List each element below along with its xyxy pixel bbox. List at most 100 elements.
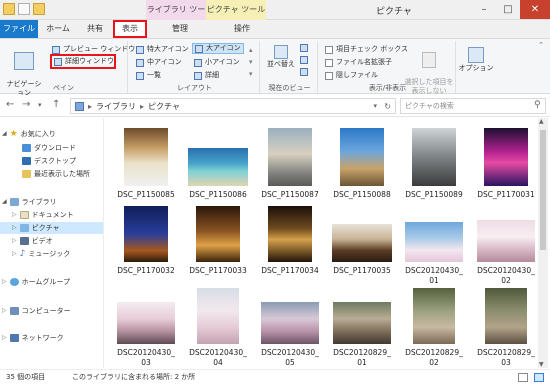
breadcrumb-pictures[interactable]: ピクチャ xyxy=(148,101,180,112)
address-box[interactable]: ▸ ライブラリ ▸ ピクチャ ▾ ↻ xyxy=(70,98,396,114)
nav-desktop[interactable]: デスクトップ xyxy=(22,155,76,167)
collapse-arrow-icon: ▷ xyxy=(12,211,17,218)
file-tile[interactable]: DSC_P1170033 xyxy=(183,206,253,276)
nav-label: ネットワーク xyxy=(21,334,64,342)
file-name: DSC_P1150085 xyxy=(117,190,175,199)
layout-details[interactable]: 詳細 xyxy=(194,70,219,81)
file-name-suffix: 01 xyxy=(357,358,367,367)
expand-arrow-icon: ◢ xyxy=(2,130,7,137)
layout-group-label: レイアウト xyxy=(177,84,212,92)
search-input[interactable]: ピクチャの検索 xyxy=(400,98,546,114)
sort-button[interactable]: 並べ替え xyxy=(266,45,296,69)
close-icon[interactable]: ✕ xyxy=(520,0,550,19)
size-columns-icon[interactable] xyxy=(300,68,308,78)
breadcrumb-library[interactable]: ライブラリ xyxy=(96,101,136,112)
file-tile[interactable]: DSC_P1150089 xyxy=(399,128,469,200)
file-tile[interactable]: DSC20120430_ 02 xyxy=(471,206,541,286)
hidden-files-toggle[interactable]: 隠しファイル xyxy=(325,70,378,81)
documents-icon xyxy=(19,211,29,219)
layout-small-icons[interactable]: 小アイコン xyxy=(194,57,240,68)
add-columns-icon[interactable] xyxy=(300,56,308,66)
maximize-icon[interactable]: □ xyxy=(496,0,520,19)
options-icon xyxy=(468,47,484,63)
back-icon[interactable]: ← xyxy=(6,99,14,110)
up-icon[interactable]: ↑ xyxy=(52,99,60,110)
layout-extra-large-icons[interactable]: 特大アイコン xyxy=(136,44,189,55)
file-tile[interactable]: DSC20120829_ 01 xyxy=(327,288,397,368)
collapse-ribbon-icon[interactable]: ⌃ xyxy=(538,41,544,49)
tab-home[interactable]: ホーム xyxy=(38,20,78,38)
nav-favorites[interactable]: ◢ ★ お気に入り xyxy=(2,128,56,140)
nav-music[interactable]: ▷ ♪ ミュージック xyxy=(12,248,70,260)
layout-item-label: 中アイコン xyxy=(147,58,182,66)
photo-thumbnail xyxy=(124,128,168,186)
nav-network[interactable]: ▷ ネットワーク xyxy=(2,332,64,344)
vertical-scrollbar[interactable]: ▲ ▼ xyxy=(538,118,548,368)
large-icons-view-icon[interactable] xyxy=(534,373,544,382)
photo-thumbnail xyxy=(188,148,248,186)
file-tile[interactable]: DSC20120430_ 03 xyxy=(111,288,181,368)
list-icon xyxy=(136,71,144,80)
item-checkboxes-toggle[interactable]: 項目チェック ボックス xyxy=(325,44,408,55)
file-tile[interactable]: DSC_P1150088 xyxy=(327,128,397,200)
nav-pictures[interactable]: ▷ ピクチャ xyxy=(0,222,103,234)
refresh-icon[interactable]: ↻ xyxy=(384,102,391,111)
address-dropdown-icon[interactable]: ▾ xyxy=(373,102,377,110)
nav-downloads[interactable]: ダウンロード xyxy=(22,142,76,154)
nav-recent[interactable]: 最近表示した場所 xyxy=(22,168,90,180)
photo-thumbnail xyxy=(413,288,455,344)
file-tile[interactable]: DSC20120829_ 03 xyxy=(471,288,541,368)
photo-thumbnail xyxy=(485,288,527,344)
tab-manage[interactable]: 管理 xyxy=(160,20,200,38)
nav-documents[interactable]: ▷ ドキュメント xyxy=(12,209,74,221)
file-tile[interactable]: DSC_P1150087 xyxy=(255,128,325,200)
collapse-arrow-icon: ▷ xyxy=(12,224,17,231)
tab-share[interactable]: 共有 xyxy=(78,20,112,38)
tab-operate[interactable]: 操作 xyxy=(222,20,262,38)
nav-videos[interactable]: ▷ ビデオ xyxy=(12,235,53,247)
file-tile[interactable]: DSC_P1150086 xyxy=(183,128,253,200)
file-tile[interactable]: DSC20120430_ 05 xyxy=(255,288,325,368)
tab-view[interactable]: 表示 xyxy=(113,20,147,38)
computer-icon xyxy=(9,307,19,315)
file-extension-toggle[interactable]: ファイル名拡張子 xyxy=(325,57,392,68)
quick-access-toolbar xyxy=(3,3,45,15)
hidden-files-checkbox[interactable] xyxy=(325,71,333,80)
forward-icon[interactable]: → xyxy=(22,99,30,110)
nav-label: ダウンロード xyxy=(34,144,76,152)
folder-icon[interactable] xyxy=(3,3,15,15)
scrollbar-thumb[interactable] xyxy=(540,130,546,250)
layout-medium-icons[interactable]: 中アイコン xyxy=(136,57,182,68)
nav-label: ドキュメント xyxy=(31,211,74,219)
scroll-up-icon[interactable]: ▲ xyxy=(539,118,544,125)
options-button[interactable]: オプション xyxy=(458,47,494,73)
scroll-down-icon[interactable]: ▼ xyxy=(539,361,544,368)
minimize-icon[interactable]: – xyxy=(472,0,496,19)
file-name: DSC20120829_ xyxy=(333,348,391,357)
file-tile[interactable]: DSC_P1170032 xyxy=(111,206,181,276)
tab-file[interactable]: ファイル xyxy=(0,20,38,38)
item-checkboxes-checkbox[interactable] xyxy=(325,45,333,54)
item-checkboxes-label: 項目チェック ボックス xyxy=(336,45,409,53)
details-pane-button[interactable]: 詳細ウィンドウ xyxy=(50,54,116,69)
file-tile[interactable]: DSC_P1170034 xyxy=(255,206,325,276)
file-tile[interactable]: DSC20120829_ 02 xyxy=(399,288,469,368)
layout-scroll-icon[interactable]: ▴ ▾ ▾ xyxy=(249,44,253,80)
group-by-icon[interactable] xyxy=(300,44,308,54)
file-tile[interactable]: DSC20120430_ 04 xyxy=(183,288,253,368)
collapse-arrow-icon: ▷ xyxy=(12,237,17,244)
layout-list[interactable]: 一覧 xyxy=(136,70,161,81)
file-tile[interactable]: DSC20120430_ 01 xyxy=(399,206,469,286)
file-tile[interactable]: DSC_P1150085 xyxy=(111,128,181,200)
file-tile[interactable]: DSC_P1170035 xyxy=(327,206,397,276)
file-tile[interactable]: DSC_P1170031 xyxy=(471,128,541,200)
recent-locations-icon[interactable]: ▾ xyxy=(38,101,42,109)
layout-large-icons[interactable]: 大アイコン xyxy=(192,43,244,54)
nav-libraries[interactable]: ◢ ライブラリ xyxy=(2,196,57,208)
details-view-icon[interactable] xyxy=(518,373,528,382)
nav-homegroup[interactable]: ▷ ホームグループ xyxy=(2,276,70,288)
file-extension-checkbox[interactable] xyxy=(325,58,333,67)
properties-icon[interactable] xyxy=(18,3,30,15)
nav-computer[interactable]: ▷ コンピューター xyxy=(2,305,71,317)
new-folder-icon[interactable] xyxy=(33,3,45,15)
